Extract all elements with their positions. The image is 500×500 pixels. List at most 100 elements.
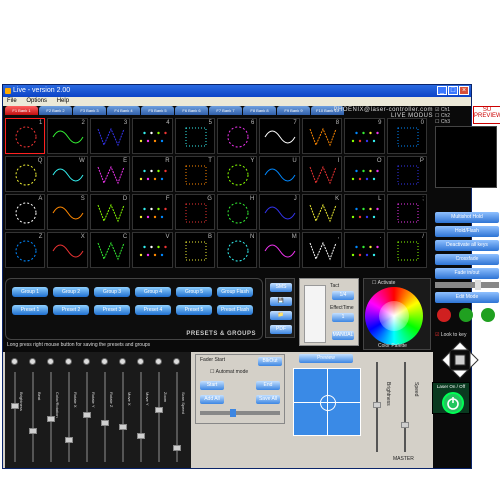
maximize-button[interactable]: □ [448, 86, 458, 95]
tab-bank-8[interactable]: F8 Bank 8 [243, 106, 276, 115]
close-button[interactable]: × [459, 86, 469, 95]
fader-4[interactable]: Rotate Y [83, 372, 96, 462]
dpad-icon[interactable] [440, 340, 480, 380]
fader-3[interactable]: Rotate X [65, 372, 78, 462]
hold-flash-button[interactable]: Hold/Flash [435, 226, 499, 237]
fader-knob[interactable] [83, 411, 91, 418]
effect-cell[interactable]: J [259, 194, 300, 230]
master-speed-fader[interactable] [401, 362, 409, 452]
tact-value-button[interactable]: 1/4 [332, 291, 354, 300]
fader-reset-knob[interactable] [83, 358, 90, 365]
preset-5-button[interactable]: Preset 5 [176, 305, 212, 315]
effect-cell[interactable]: 6 [216, 118, 258, 154]
menu-options[interactable]: Options [26, 98, 47, 104]
effect-cell[interactable]: A [5, 194, 46, 230]
effect-cell[interactable]: ; [386, 194, 427, 230]
menu-file[interactable]: File [7, 98, 17, 104]
green-knob-2-icon[interactable] [481, 308, 495, 322]
effect-cell[interactable]: . [344, 232, 385, 268]
master-brightness-fader[interactable] [373, 362, 381, 452]
group-3-button[interactable]: Group 3 [94, 287, 130, 297]
xy-pad[interactable] [293, 368, 361, 436]
power-button-icon[interactable] [442, 392, 464, 414]
effect-cell[interactable]: D [89, 194, 131, 230]
start-button[interactable]: Start [200, 381, 224, 390]
effect-cell[interactable]: E [89, 156, 131, 192]
tab-bank-1[interactable]: F1 Bank 1 [5, 106, 38, 115]
fader-2[interactable]: Color/Rotation [47, 372, 60, 462]
preset-1-button[interactable]: Preset 1 [12, 305, 48, 315]
effect-cell[interactable]: C [89, 232, 131, 268]
tact-selector[interactable] [304, 285, 326, 343]
effect-cell[interactable]: 7 [259, 118, 300, 154]
group-5-button[interactable]: Group 5 [176, 287, 212, 297]
fader-6[interactable]: Move X [119, 372, 132, 462]
group-4-button[interactable]: Group 4 [135, 287, 171, 297]
effect-cell[interactable]: N [216, 232, 258, 268]
set-button[interactable]: MANUAL [332, 331, 354, 340]
activate-label[interactable]: ☐ Activate [372, 280, 395, 286]
tab-bank-4[interactable]: F4 Bank 4 [107, 106, 140, 115]
fader-reset-knob[interactable] [29, 358, 36, 365]
effect-cell[interactable]: 5 [174, 118, 215, 154]
effect-cell[interactable]: L [344, 194, 385, 230]
fade-in-out-button[interactable]: Fade in/out [435, 268, 499, 279]
menu-help[interactable]: Help [57, 98, 69, 104]
effect-cell[interactable]: Q [5, 156, 46, 192]
effect-cell[interactable]: R [132, 156, 173, 192]
fader-8[interactable]: Zoom [155, 372, 168, 462]
group-1-button[interactable]: Group 1 [12, 287, 48, 297]
effect-cell[interactable]: 8 [301, 118, 343, 154]
fader-5[interactable]: Rotate Z [101, 372, 114, 462]
effect-cell[interactable]: X [47, 232, 88, 268]
save-disk-button[interactable]: 💾 [270, 297, 292, 306]
speed-slider[interactable] [435, 280, 499, 290]
preset-4-button[interactable]: Preset 4 [135, 305, 171, 315]
effect-cell[interactable]: K [301, 194, 343, 230]
fader-knob[interactable] [155, 407, 163, 414]
group-2-button[interactable]: Group 2 [53, 287, 89, 297]
effect-cell[interactable]: O [344, 156, 385, 192]
color-palette-wheel[interactable] [365, 287, 423, 345]
effect-cell[interactable]: 9 [344, 118, 385, 154]
effect-cell[interactable]: 0 [386, 118, 427, 154]
add-all-button[interactable]: Add All [200, 395, 224, 404]
look-to-key-label[interactable]: ☑ Look to key [435, 332, 499, 338]
effect-cell[interactable]: 2 [47, 118, 88, 154]
effect-cell[interactable]: F [132, 194, 173, 230]
effect-cell[interactable]: P [386, 156, 427, 192]
group-flash-button[interactable]: Group Flash [217, 287, 253, 297]
fader-knob[interactable] [29, 428, 37, 435]
effect-cell[interactable]: H [216, 194, 258, 230]
fader-7[interactable]: Move Y [137, 372, 150, 462]
fader-knob[interactable] [119, 424, 127, 431]
multishot-hold-button[interactable]: Multishot Hold [435, 212, 499, 223]
fader-knob[interactable] [173, 445, 181, 452]
effect-cell[interactable]: I [301, 156, 343, 192]
effect-cell[interactable]: S [47, 194, 88, 230]
effect-cell[interactable]: W [47, 156, 88, 192]
fader-reset-knob[interactable] [173, 358, 180, 365]
sms-button[interactable]: SMS [270, 283, 292, 292]
tab-bank-3[interactable]: F3 Bank 3 [73, 106, 106, 115]
fader-reset-knob[interactable] [155, 358, 162, 365]
automat-mode-label[interactable]: ☐ Automat mode [210, 369, 248, 375]
fader-reset-knob[interactable] [137, 358, 144, 365]
tab-bank-7[interactable]: F7 Bank 7 [209, 106, 242, 115]
effect-cell[interactable]: , [301, 232, 343, 268]
tab-bank-6[interactable]: F6 Bank 6 [175, 106, 208, 115]
tab-bank-2[interactable]: F2 Bank 2 [39, 106, 72, 115]
preset-2-button[interactable]: Preset 2 [53, 305, 89, 315]
preview-button[interactable]: Preview [299, 354, 353, 363]
fader-reset-knob[interactable] [11, 358, 18, 365]
fader-knob[interactable] [137, 432, 145, 439]
red-knob-icon[interactable] [437, 308, 451, 322]
deactivate-all-keys-button[interactable]: Deactivate all keys [435, 240, 499, 251]
effect-cell[interactable]: U [259, 156, 300, 192]
edit-mode-button[interactable]: Edit Mode [435, 292, 499, 303]
effect-cell[interactable]: 4 [132, 118, 173, 154]
effect-cell[interactable]: V [132, 232, 173, 268]
fader-reset-knob[interactable] [101, 358, 108, 365]
effect-cell[interactable]: G [174, 194, 215, 230]
preset-3-button[interactable]: Preset 3 [94, 305, 130, 315]
